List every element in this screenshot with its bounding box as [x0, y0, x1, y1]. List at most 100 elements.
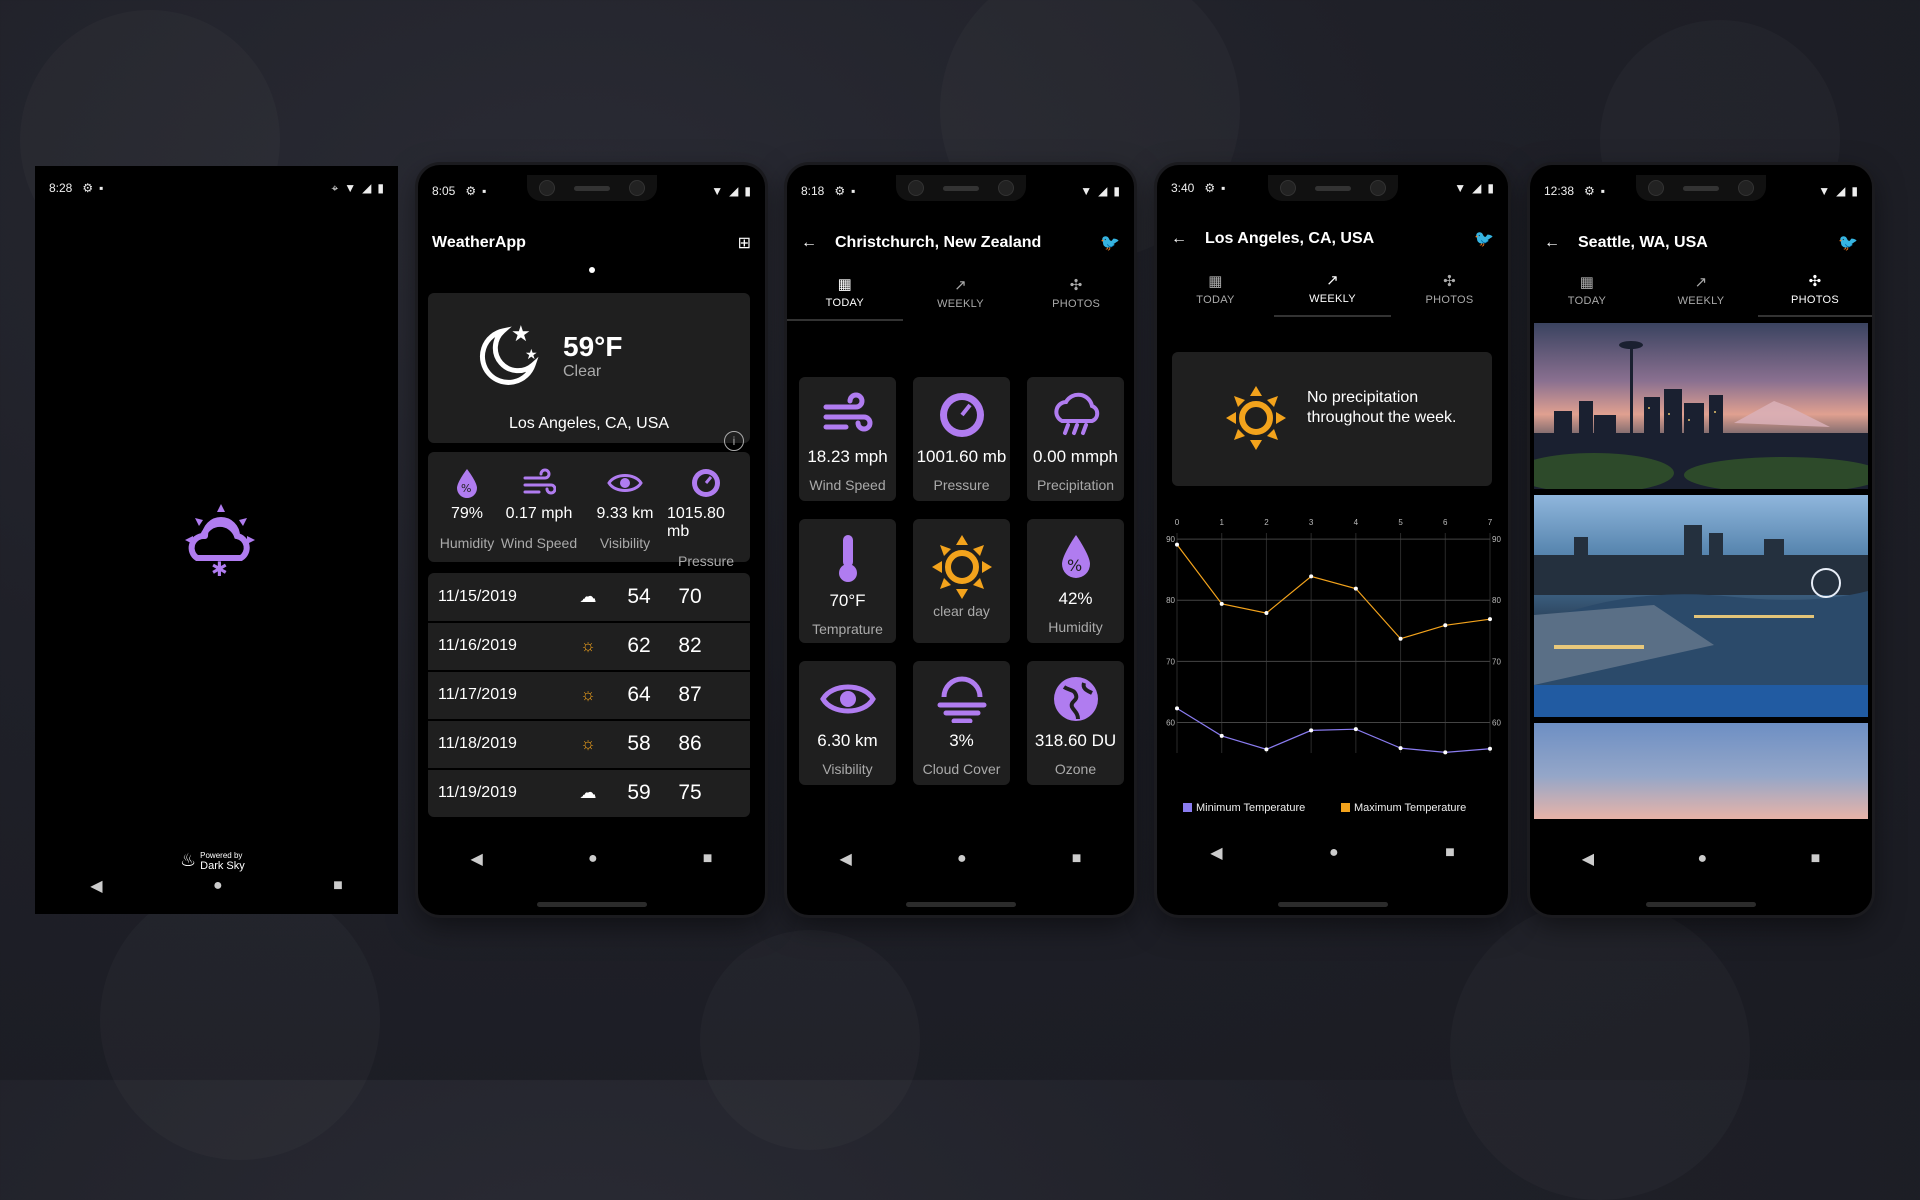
forecast-high: 82 [678, 634, 702, 657]
tile-label: Wind Speed [809, 477, 886, 493]
twitter-icon[interactable]: 🐦 [1100, 233, 1120, 253]
recents-button[interactable]: ■ [333, 877, 343, 895]
wind-speed-label: Wind Speed [500, 535, 578, 551]
twitter-icon[interactable]: 🐦 [1838, 233, 1858, 253]
back-button[interactable]: ◀ [840, 849, 852, 869]
humidity-tile: % 42% Humidity [1027, 519, 1124, 643]
home-button[interactable]: ● [213, 877, 223, 895]
tab-today[interactable]: ▦ TODAY [1530, 263, 1644, 317]
recents-button[interactable]: ■ [1811, 850, 1821, 868]
status-time: 3:40 [1171, 181, 1195, 195]
forecast-row[interactable]: 11/19/2019 ☁ 59 75 [428, 769, 750, 817]
city-photo[interactable] [1534, 323, 1868, 489]
twitter-icon[interactable]: 🐦 [1474, 229, 1494, 249]
sun-icon [1226, 386, 1286, 450]
info-icon[interactable]: i [724, 431, 744, 451]
data-point [1219, 601, 1224, 606]
recents-button[interactable]: ■ [1445, 844, 1455, 862]
tile-label: Precipitation [1036, 477, 1115, 493]
current-location: Los Angeles, CA, USA [508, 415, 670, 432]
wifi-icon: ▼ [711, 184, 724, 198]
tab-bar: ▦ TODAY ↗ WEEKLY ✣ PHOTOS [1157, 261, 1508, 317]
tab-label: TODAY [1567, 295, 1607, 307]
back-button[interactable]: ◀ [471, 849, 483, 869]
back-arrow-icon[interactable]: ← [801, 234, 817, 252]
recents-button[interactable]: ■ [703, 850, 713, 868]
gear-icon: ⚙ [82, 181, 94, 195]
signal-icon: ◢ [1472, 181, 1482, 195]
back-arrow-icon[interactable]: ← [1544, 234, 1560, 252]
forecast-row[interactable]: 11/18/2019 ☼ 58 86 [428, 720, 750, 770]
back-button[interactable]: ◀ [1210, 843, 1222, 863]
pinwheel-icon: ✣ [1808, 273, 1822, 290]
pressure-label: Pressure [677, 553, 735, 569]
today-screen: 8:18 ⚙ ▪ ▼ ◢ ▮ ← Christchurch, New Zeala… [787, 165, 1134, 915]
temperature-tile: 70°F Temprature [799, 519, 896, 643]
home-button[interactable]: ● [1697, 850, 1707, 868]
gear-icon: ⚙ [1204, 181, 1216, 195]
tile-value: 318.60 DU [1034, 731, 1117, 750]
forecast-row[interactable]: 11/16/2019 ☼ 62 82 [428, 622, 750, 672]
data-point [1309, 574, 1314, 579]
location-title: Seattle, WA, USA [1578, 234, 1708, 251]
visibility-tile: 6.30 km Visibility [799, 661, 896, 785]
bokeh-circle [1450, 900, 1750, 1200]
home-button[interactable]: ● [588, 850, 598, 868]
tab-photos[interactable]: ✣ PHOTOS [1018, 265, 1134, 321]
tile-label: Humidity [1048, 619, 1103, 635]
thermometer-icon [838, 535, 857, 582]
tab-weekly[interactable]: ↗ WEEKLY [903, 265, 1019, 321]
forecast-low: 54 [627, 585, 651, 608]
droplet-icon: % [1061, 535, 1090, 578]
tab-today[interactable]: ▦ TODAY [787, 265, 903, 321]
x-tick-label: 7 [1488, 518, 1493, 527]
signal-icon: ◢ [1098, 184, 1108, 198]
y-tick-label-right: 70 [1492, 657, 1501, 666]
wind-speed-value: 0.17 mph [505, 505, 573, 522]
back-arrow-icon[interactable]: ← [1171, 230, 1187, 248]
recents-button[interactable]: ■ [1072, 850, 1082, 868]
waterfront-illustration [1534, 525, 1868, 717]
sunset-photo[interactable] [1534, 723, 1868, 819]
sun-icon: ☼ [580, 734, 596, 753]
y-tick-label-left: 90 [1166, 535, 1175, 544]
app-logo-icon: ✱ [175, 496, 265, 591]
nav-bar: ◀ ● ■ [418, 837, 765, 881]
gear-icon: ⚙ [1584, 184, 1595, 198]
tab-weekly[interactable]: ↗ WEEKLY [1644, 263, 1758, 317]
forecast-row[interactable]: 11/15/2019 ☁ 54 70 [428, 573, 750, 623]
tab-photos[interactable]: ✣ PHOTOS [1391, 261, 1508, 317]
map-icon[interactable]: ⊞ [738, 233, 751, 253]
tab-weekly[interactable]: ↗ WEEKLY [1274, 261, 1391, 317]
x-tick-label: 4 [1354, 518, 1359, 527]
current-weather-card[interactable]: ★ ★ 59°F Clear Los Angeles, CA, USA i [428, 293, 750, 451]
back-button[interactable]: ◀ [1582, 849, 1594, 869]
waterfront-photo[interactable] [1534, 495, 1868, 717]
tab-label: WEEKLY [1677, 295, 1725, 307]
bokeh-circle [100, 880, 380, 1160]
home-button[interactable]: ● [957, 850, 967, 868]
nav-bar: ◀ ● ■ [1157, 831, 1508, 875]
tab-label: PHOTOS [1052, 298, 1101, 310]
battery-icon: ▮ [377, 181, 384, 195]
forecast-date: 11/15/2019 [438, 588, 517, 605]
app-title: WeatherApp [432, 234, 526, 251]
x-tick-label: 3 [1309, 518, 1314, 527]
svg-text:%: % [461, 482, 471, 495]
status-time: 8:05 [432, 184, 456, 198]
wind-speed-tile: 18.23 mph Wind Speed [799, 377, 896, 501]
home-button[interactable]: ● [1329, 844, 1339, 862]
sun-icon: ☼ [580, 685, 596, 704]
forecast-row[interactable]: 11/17/2019 ☼ 64 87 [428, 671, 750, 721]
tab-today[interactable]: ▦ TODAY [1157, 261, 1274, 317]
back-button[interactable]: ◀ [90, 876, 102, 896]
pinwheel-icon: ✣ [1443, 273, 1456, 290]
data-point [1398, 636, 1403, 641]
tile-label: Pressure [933, 477, 990, 493]
stats-card: % 79% Humidity 0.17 mph Wind Speed 9.33 … [428, 452, 750, 569]
tab-label: WEEKLY [937, 298, 984, 310]
x-tick-label: 6 [1443, 518, 1448, 527]
humidity-stat: % 79% Humidity [428, 467, 506, 551]
tab-photos[interactable]: ✣ PHOTOS [1758, 263, 1872, 317]
current-condition: Clear [563, 363, 602, 380]
